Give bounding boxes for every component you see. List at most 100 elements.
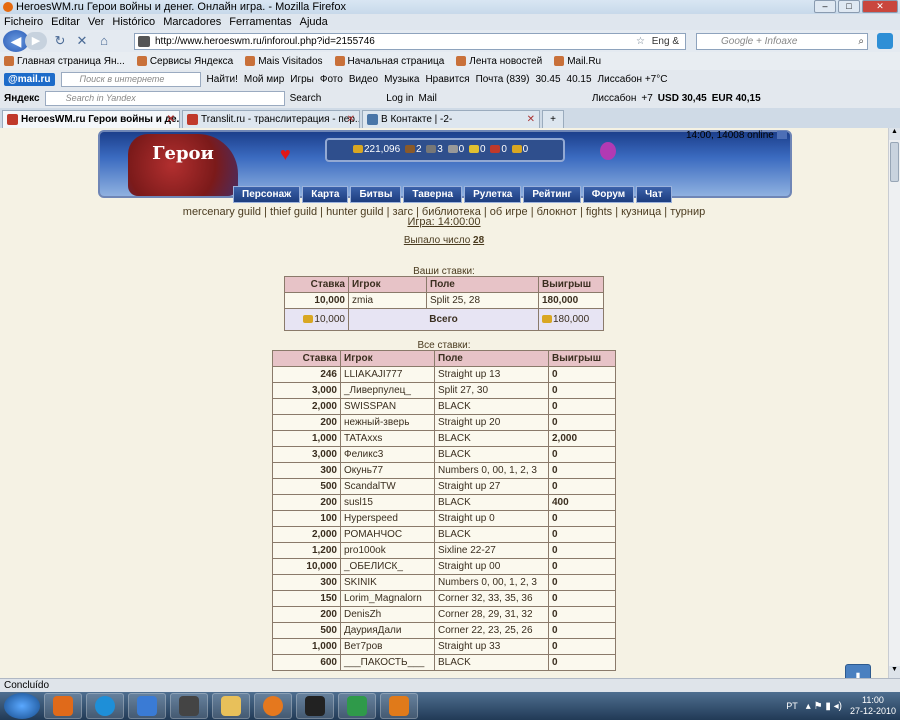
tray-clock[interactable]: 11:00 27-12-2010 bbox=[850, 695, 896, 717]
taskbar-app[interactable] bbox=[44, 693, 82, 719]
mailru-item[interactable]: Лиссабон +7°C bbox=[598, 74, 668, 85]
bookmark-item[interactable]: Сервисы Яндекса bbox=[136, 56, 233, 67]
taskbar-steam[interactable] bbox=[296, 693, 334, 719]
new-tab-button[interactable]: + bbox=[542, 110, 564, 128]
mailru-item[interactable]: Фото bbox=[320, 74, 343, 85]
yandex-mail[interactable]: Mail bbox=[419, 93, 437, 104]
tab-favicon bbox=[7, 114, 18, 125]
yandex-city[interactable]: Лиссабон bbox=[592, 93, 637, 104]
mailru-logo[interactable]: @mail.ru bbox=[4, 73, 55, 86]
mailru-item[interactable]: Нравится bbox=[425, 74, 469, 85]
mailru-item[interactable]: Видео bbox=[349, 74, 378, 85]
menu-battles[interactable]: Битвы bbox=[350, 186, 402, 203]
table-row: 246 LLIAKAJI777 Straight up 13 0 bbox=[272, 366, 616, 383]
home-icon[interactable]: ⌂ bbox=[95, 32, 113, 50]
start-button[interactable] bbox=[4, 693, 40, 719]
close-tab-icon[interactable]: ✕ bbox=[527, 111, 535, 128]
mailru-item[interactable]: Игры bbox=[290, 74, 314, 85]
menu-character[interactable]: Персонаж bbox=[233, 186, 301, 203]
tab-heroeswm[interactable]: HeroesWM.ru Герои войны и де... ✕ bbox=[2, 110, 180, 128]
menu-forum[interactable]: Форум bbox=[582, 186, 635, 203]
tray-language[interactable]: PT bbox=[786, 701, 798, 711]
menu-edit[interactable]: Editar bbox=[51, 16, 80, 28]
time-online: 14:00, 14008 online bbox=[686, 130, 787, 141]
yandex-logo[interactable]: Яндекс bbox=[4, 93, 40, 104]
cell-player: ___ПАКОСТЬ___ bbox=[340, 654, 435, 671]
taskbar-app[interactable] bbox=[338, 693, 376, 719]
bookmark-item[interactable]: Начальная страница bbox=[334, 56, 444, 67]
mailru-find-button[interactable]: Найти! bbox=[207, 74, 238, 85]
taskbar-app[interactable] bbox=[170, 693, 208, 719]
firefox-icon bbox=[263, 696, 283, 716]
cell-player: Lorim_Magnalorn bbox=[340, 590, 435, 607]
taskbar-ie[interactable] bbox=[128, 693, 166, 719]
vertical-scrollbar[interactable]: ▲ ▼ bbox=[888, 128, 900, 678]
search-input[interactable]: Google + Infoaxe ⌕ bbox=[696, 33, 868, 50]
taskbar-firefox[interactable] bbox=[254, 693, 292, 719]
scroll-thumb[interactable] bbox=[890, 142, 899, 182]
yandex-login[interactable]: Log in bbox=[386, 93, 413, 104]
menu-bookmarks[interactable]: Marcadores bbox=[163, 16, 221, 28]
tab-translit[interactable]: Translit.ru - транслитерация - пер... ✕ bbox=[182, 110, 360, 128]
cell-bet: 300 bbox=[272, 462, 341, 479]
bookmark-item[interactable]: Mail.Ru bbox=[554, 56, 601, 67]
forward-button[interactable]: ▶ bbox=[25, 32, 47, 50]
bookmark-item[interactable]: Лента новостей bbox=[456, 56, 542, 67]
url-text: http://www.heroeswm.ru/inforoul.php?id=2… bbox=[155, 36, 375, 47]
menu-rating[interactable]: Рейтинг bbox=[523, 186, 581, 203]
menu-history[interactable]: Histórico bbox=[112, 16, 155, 28]
search-go-icon[interactable]: ⌕ bbox=[858, 34, 864, 49]
table-row: 3,000 _Ливерпулец_ Split 27, 30 0 bbox=[272, 382, 616, 399]
yandex-search-input[interactable]: Search in Yandex bbox=[44, 91, 285, 106]
menu-help[interactable]: Ajuda bbox=[300, 16, 328, 28]
crystal-icon bbox=[490, 145, 501, 154]
encoding-indicator[interactable]: Eng & bbox=[652, 34, 679, 49]
mailru-item[interactable]: Почта (839) bbox=[476, 74, 530, 85]
reload-icon[interactable]: ↻ bbox=[51, 32, 69, 50]
mailru-item[interactable]: Музыка bbox=[384, 74, 419, 85]
menu-file[interactable]: Ficheiro bbox=[4, 16, 43, 28]
skype-addon-icon[interactable] bbox=[877, 33, 893, 49]
taskbar-skype[interactable] bbox=[86, 693, 124, 719]
url-bar[interactable]: http://www.heroeswm.ru/inforoul.php?id=2… bbox=[134, 33, 686, 50]
menu-tools[interactable]: Ferramentas bbox=[229, 16, 291, 28]
online-icon[interactable] bbox=[776, 131, 787, 140]
table-row: 500 ScandalTW Straight up 27 0 bbox=[272, 478, 616, 495]
mailru-item[interactable]: Мой мир bbox=[244, 74, 284, 85]
tray-icons[interactable]: ▴ ⚑ ▮ ◂) bbox=[806, 701, 842, 712]
tab-vkontakte[interactable]: В Контакте | -2- ✕ bbox=[362, 110, 540, 128]
mailru-item[interactable]: 30.45 bbox=[535, 74, 560, 85]
header-bet: Ставка bbox=[284, 276, 349, 293]
menu-map[interactable]: Карта bbox=[302, 186, 349, 203]
minimize-button[interactable]: – bbox=[814, 0, 836, 13]
wood-icon bbox=[404, 145, 415, 154]
mailru-item[interactable]: 40.15 bbox=[567, 74, 592, 85]
bookmark-star-icon[interactable]: ☆ bbox=[636, 34, 645, 49]
menu-tavern[interactable]: Таверна bbox=[403, 186, 463, 203]
game-logo[interactable]: Герои bbox=[128, 134, 238, 196]
cell-win: 400 bbox=[548, 494, 616, 511]
taskbar-explorer[interactable] bbox=[212, 693, 250, 719]
menu-chat[interactable]: Чат bbox=[636, 186, 672, 203]
bookmark-item[interactable]: Mais Visitados bbox=[245, 56, 323, 67]
cell-bet: 1,000 bbox=[272, 430, 341, 447]
mailru-search-input[interactable]: Поиск в интернете bbox=[60, 72, 201, 87]
cell-field: Straight up 00 bbox=[434, 558, 549, 575]
close-tab-icon[interactable]: ✕ bbox=[167, 111, 175, 128]
yandex-search-button[interactable]: Search bbox=[290, 93, 322, 104]
menu-roulette[interactable]: Рулетка bbox=[464, 186, 522, 203]
cell-bet: 1,200 bbox=[272, 542, 341, 559]
maximize-button[interactable]: □ bbox=[838, 0, 860, 13]
bookmark-item[interactable]: Главная страница Ян... bbox=[4, 56, 125, 67]
cell-player: DenisZh bbox=[340, 606, 435, 623]
stop-icon[interactable]: ✕ bbox=[73, 32, 91, 50]
menu-view[interactable]: Ver bbox=[88, 16, 105, 28]
close-tab-icon[interactable]: ✕ bbox=[347, 111, 355, 128]
cell-field: BLACK bbox=[434, 446, 549, 463]
close-button[interactable]: ✕ bbox=[862, 0, 898, 13]
taskbar-halflife[interactable] bbox=[380, 693, 418, 719]
game-time-link[interactable]: Игра: 14:00:00 bbox=[0, 216, 888, 228]
scroll-up-arrow[interactable]: ▲ bbox=[889, 128, 900, 140]
header-player: Игрок bbox=[340, 350, 435, 367]
scroll-down-arrow[interactable]: ▼ bbox=[889, 666, 900, 678]
